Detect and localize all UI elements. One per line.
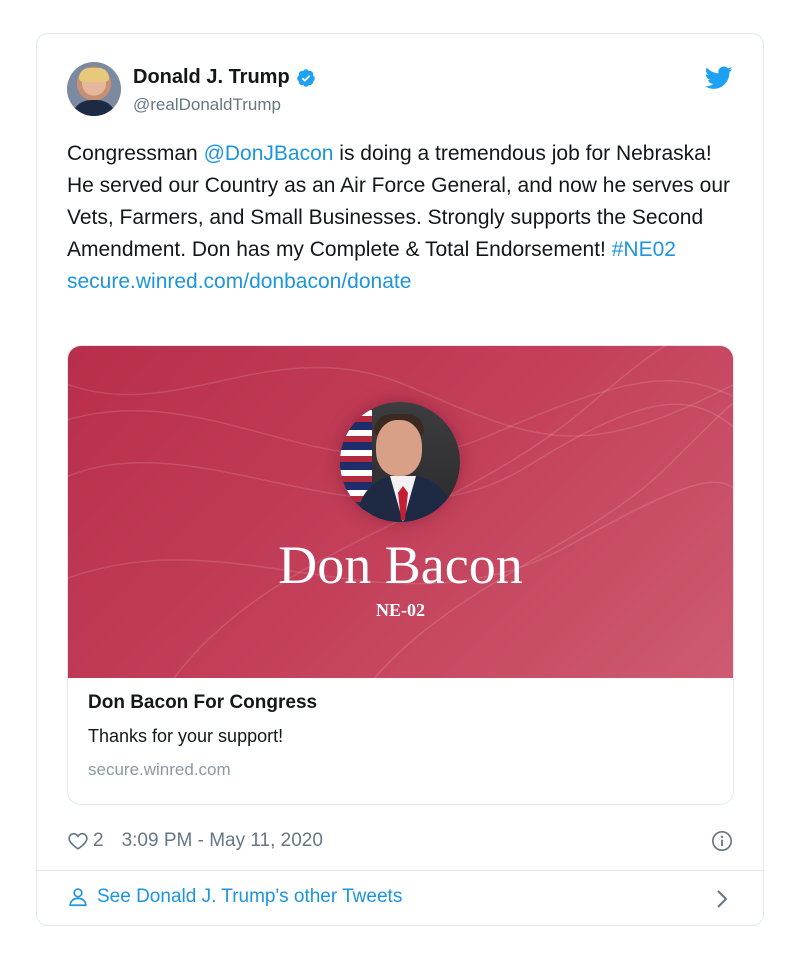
candidate-portrait xyxy=(340,402,460,522)
author-name-row: Donald J. Trump xyxy=(133,66,316,89)
heart-icon[interactable] xyxy=(67,830,89,852)
tweet-meta: 2 3:09 PM - May 11, 2020 xyxy=(67,830,323,852)
hero-subtitle: NE-02 xyxy=(376,600,425,620)
link-preview-title: Don Bacon For Congress xyxy=(88,692,318,713)
link-preview-body: Don Bacon For Congress Thanks for your s… xyxy=(88,692,708,780)
hashtag-link[interactable]: #NE02 xyxy=(612,238,676,261)
link-preview-image[interactable]: Don Bacon NE-02 xyxy=(68,346,733,678)
hero-title: Don Bacon xyxy=(278,535,523,595)
embedded-tweet: Donald J. Trump @realDonaldTrump Congres… xyxy=(36,33,764,926)
other-tweets-link[interactable]: See Donald J. Trump's other Tweets xyxy=(67,886,402,908)
verified-badge-icon xyxy=(296,68,315,87)
link-preview-card[interactable]: Don Bacon NE-02 Don Bacon For Congress T… xyxy=(67,345,734,805)
author-name[interactable]: Donald J. Trump xyxy=(133,66,290,89)
link-preview-description: Thanks for your support! xyxy=(88,726,284,746)
tweet-text: Congressman @DonJBacon is doing a tremen… xyxy=(67,138,737,298)
link-preview-domain: secure.winred.com xyxy=(88,760,231,779)
person-icon xyxy=(69,888,87,907)
author-avatar[interactable] xyxy=(67,62,121,116)
divider xyxy=(37,870,763,871)
tweet-text-part: Congressman xyxy=(67,142,204,165)
info-icon[interactable] xyxy=(711,830,733,852)
donate-url-link[interactable]: secure.winred.com/donbacon/donate xyxy=(67,270,411,293)
author-handle[interactable]: @realDonaldTrump xyxy=(133,95,281,115)
tweet-timestamp[interactable]: 3:09 PM - May 11, 2020 xyxy=(122,830,323,852)
mention-link[interactable]: @DonJBacon xyxy=(204,142,334,165)
chevron-right-icon[interactable] xyxy=(715,888,729,910)
like-count[interactable]: 2 xyxy=(93,830,104,852)
other-tweets-label[interactable]: See Donald J. Trump's other Tweets xyxy=(97,886,402,908)
twitter-bird-icon[interactable] xyxy=(705,66,733,90)
